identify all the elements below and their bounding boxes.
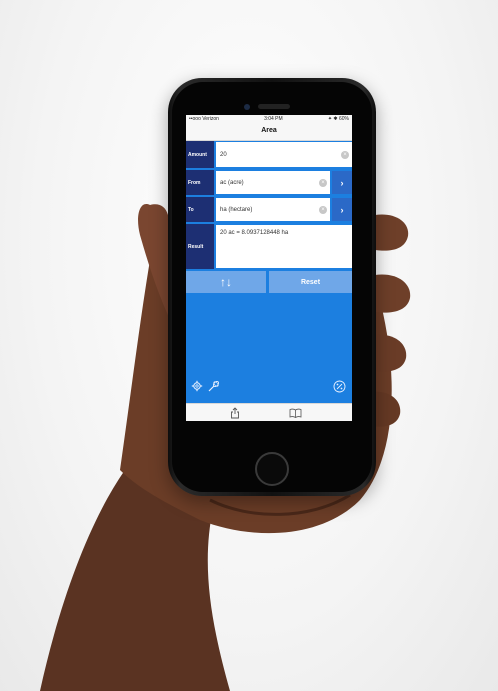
amount-input[interactable]: 20 ×	[216, 142, 352, 167]
gear-icon[interactable]	[191, 380, 203, 392]
to-value: ha (hectare)	[220, 206, 253, 213]
chevron-right-icon[interactable]: ›	[332, 198, 352, 221]
from-value: ac (acre)	[220, 179, 244, 186]
earpiece-speaker	[258, 104, 290, 109]
action-buttons: ↑↓ Reset	[186, 271, 352, 293]
front-camera	[244, 104, 250, 110]
swap-button[interactable]: ↑↓	[186, 271, 266, 293]
chevron-right-icon[interactable]: ›	[332, 171, 352, 194]
percent-icon[interactable]	[333, 380, 346, 393]
book-icon[interactable]	[289, 408, 302, 418]
bottom-toolbar	[186, 403, 352, 421]
carrier-text: ••ooo Verizon	[189, 115, 219, 122]
from-label: From	[186, 170, 214, 195]
status-bar: ••ooo Verizon 3:04 PM ✦ ✱ 60%	[186, 115, 352, 122]
to-label: To	[186, 197, 214, 222]
clear-icon[interactable]: ×	[319, 205, 327, 214]
amount-value: 20	[220, 151, 227, 158]
to-unit-field[interactable]: ha (hectare) ×	[216, 198, 330, 221]
clear-icon[interactable]: ×	[319, 178, 327, 187]
amount-label: Amount	[186, 141, 214, 168]
clear-icon[interactable]: ×	[341, 150, 349, 159]
share-icon[interactable]	[230, 407, 240, 419]
page-title: Area	[186, 122, 352, 141]
reset-button[interactable]: Reset	[269, 271, 352, 293]
whisk-icon[interactable]	[207, 380, 220, 393]
result-field: 20 ac = 8.0937128448 ha	[216, 225, 352, 268]
result-value: 20 ac = 8.0937128448 ha	[220, 230, 289, 236]
from-unit-field[interactable]: ac (acre) ×	[216, 171, 330, 194]
bottom-icon-bar	[186, 378, 352, 394]
result-row: Result 20 ac = 8.0937128448 ha	[186, 224, 352, 269]
to-row: To ha (hectare) × ›	[186, 197, 352, 222]
from-row: From ac (acre) × ›	[186, 170, 352, 195]
home-button[interactable]	[255, 452, 289, 486]
status-time: 3:04 PM	[264, 115, 283, 122]
amount-row: Amount 20 ×	[186, 141, 352, 168]
result-label: Result	[186, 224, 214, 269]
battery-text: ✦ ✱ 60%	[327, 115, 349, 122]
app-screen: ••ooo Verizon 3:04 PM ✦ ✱ 60% Area Amoun…	[186, 115, 352, 421]
